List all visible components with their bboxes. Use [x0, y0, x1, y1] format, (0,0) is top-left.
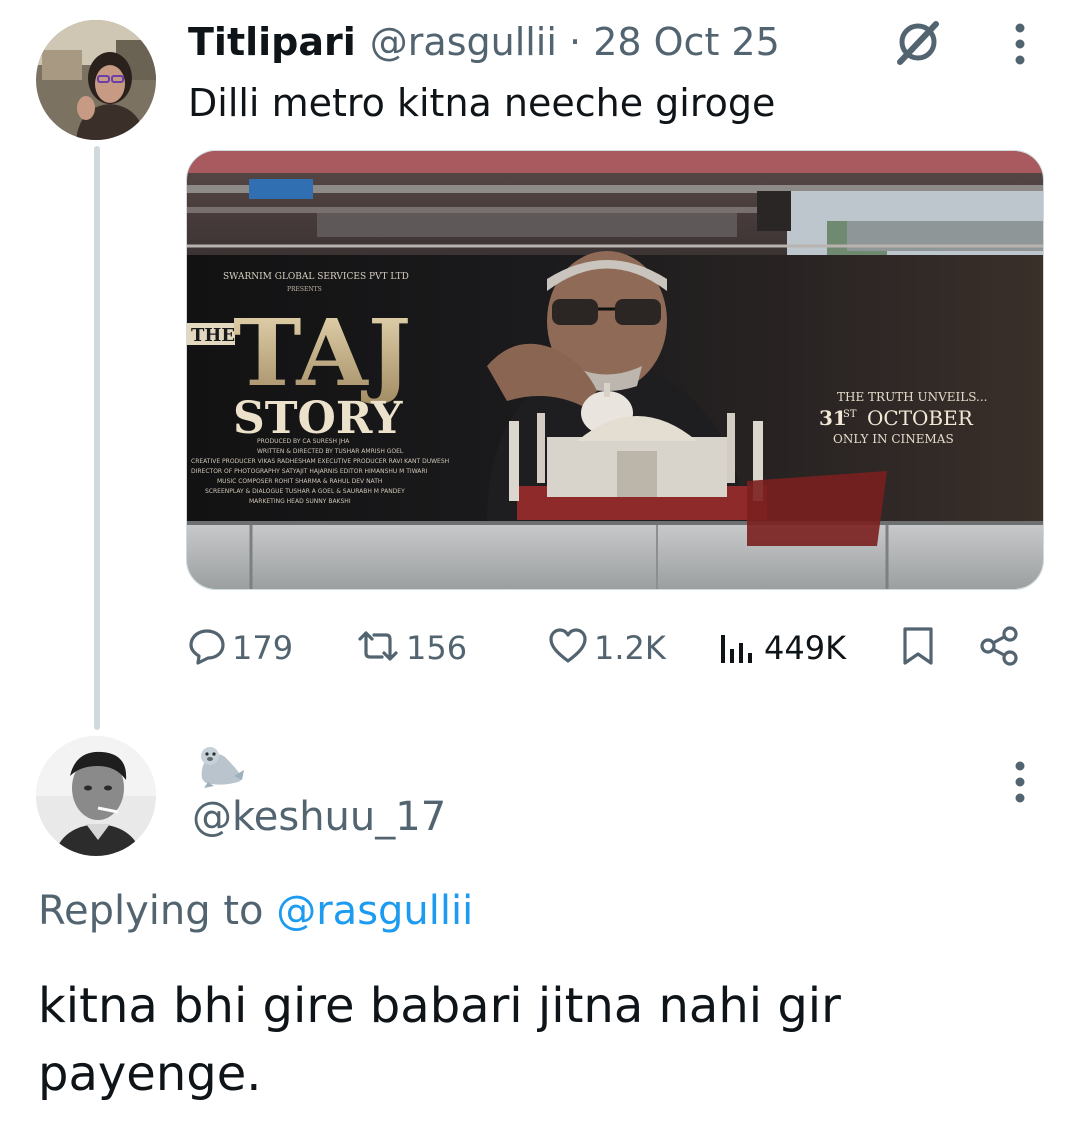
share-button[interactable] — [978, 618, 1022, 678]
tweet-header: Titlipari @rasgullii · 28 Oct 25 — [188, 14, 780, 70]
replying-mention-link[interactable]: @rasgullii — [276, 888, 473, 934]
bookmark-button[interactable] — [900, 618, 936, 678]
tweet-action-bar: 179 156 1.2K 449K — [186, 618, 1026, 678]
poster-title-story: STORY — [233, 393, 403, 444]
poster-presents: PRESENTS — [287, 286, 322, 293]
poster-release-month: OCTOBER — [867, 406, 974, 430]
poster-release-line3: ONLY IN CINEMAS — [833, 432, 954, 446]
poster-release-line1: THE TRUTH UNVEILS... — [837, 390, 987, 404]
reply-count: 179 — [232, 629, 294, 667]
replying-prefix: Replying to — [38, 888, 277, 934]
reply-text: kitna bhi gire babari jitna nahi gir pay… — [38, 978, 841, 1102]
like-count: 1.2K — [594, 629, 666, 667]
grok-icon[interactable] — [888, 12, 948, 76]
seal-emoji-icon — [201, 747, 244, 788]
poster-title-taj: TAJ — [233, 299, 411, 407]
views-button[interactable]: 449K — [718, 618, 846, 678]
poster-credit: SCREENPLAY & DIALOGUE TUSHAR A GOEL & SA… — [205, 488, 405, 495]
reply-icon — [186, 625, 228, 671]
more-vertical-icon[interactable] — [1008, 758, 1032, 812]
tweet-media-image[interactable]: SWARNIM GLOBAL SERVICES PVT LTD PRESENTS… — [186, 150, 1044, 590]
avatar-keshuu[interactable] — [36, 736, 156, 856]
meta-separator: · — [569, 20, 582, 64]
avatar-titlipari[interactable] — [36, 20, 156, 140]
poster-credit: DIRECTOR OF PHOTOGRAPHY SATYAJIT HAJARNI… — [191, 468, 428, 475]
views-count: 449K — [764, 629, 847, 667]
tweet-text: Dilli metro kitna neeche giroge — [188, 81, 776, 125]
bookmark-icon — [900, 624, 936, 672]
repost-icon — [354, 625, 402, 671]
heart-icon — [546, 625, 590, 671]
reply-display-name[interactable] — [194, 744, 246, 792]
poster-credit: CREATIVE PRODUCER VIKAS RADHESHAM EXECUT… — [191, 458, 449, 465]
repost-button[interactable]: 156 — [354, 618, 467, 678]
display-name[interactable]: Titlipari — [188, 20, 356, 64]
thread-line — [94, 146, 100, 730]
poster-credit: WRITTEN & DIRECTED BY TUSHAR AMRISH GOEL — [257, 448, 404, 455]
reply-handle[interactable]: @keshuu_17 — [192, 794, 446, 840]
tweet-handle[interactable]: @rasgullii — [370, 20, 557, 64]
poster-credit: PRODUCED BY CA SURESH JHA — [257, 438, 350, 445]
tweet-date[interactable]: 28 Oct 25 — [593, 20, 780, 64]
like-button[interactable]: 1.2K — [546, 618, 666, 678]
replying-to: Replying to @rasgullii — [38, 888, 473, 934]
more-vertical-icon[interactable] — [1008, 20, 1032, 74]
poster-presenter: SWARNIM GLOBAL SERVICES PVT LTD — [223, 272, 409, 282]
handle-and-date: @rasgullii · 28 Oct 25 — [370, 20, 780, 64]
analytics-icon — [718, 625, 754, 671]
poster-release-sup: ST — [843, 409, 857, 420]
share-icon — [978, 624, 1022, 672]
poster-credit: MUSIC COMPOSER ROHIT SHARMA & RAHUL DEV … — [217, 478, 382, 485]
reply-button[interactable]: 179 — [186, 618, 293, 678]
poster-credit: MARKETING HEAD SUNNY BAKSHI — [249, 498, 351, 505]
repost-count: 156 — [406, 629, 468, 667]
poster-title-the: THE — [191, 325, 235, 346]
